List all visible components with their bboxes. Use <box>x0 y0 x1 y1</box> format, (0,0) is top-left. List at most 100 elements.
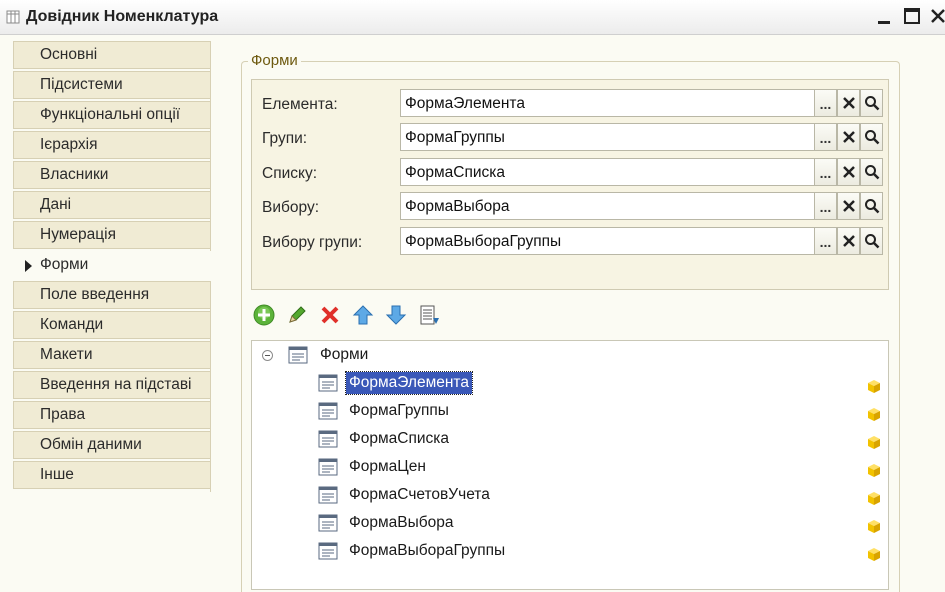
form-field-input[interactable]: ФормаВыбора <box>400 192 814 220</box>
form-icon <box>318 486 338 504</box>
sidebar-item-label: Основні <box>40 46 98 63</box>
clear-button[interactable] <box>837 192 860 220</box>
open-button[interactable] <box>860 227 883 255</box>
tree-item[interactable]: ФормаЭлемента <box>252 371 888 396</box>
form-field-input[interactable]: ФормаВыбораГруппы <box>400 227 814 255</box>
cube-icon <box>868 408 880 421</box>
form-field-label: Вибору: <box>262 199 319 216</box>
minimize-icon[interactable] <box>875 7 893 25</box>
clear-x-icon <box>842 200 855 212</box>
add-button[interactable] <box>253 304 275 326</box>
form-field-label: Вибору групи: <box>262 234 363 251</box>
clear-x-icon <box>842 131 855 143</box>
active-arrow-icon <box>25 260 32 272</box>
sidebar-item-12[interactable]: Права <box>13 401 211 429</box>
sidebar-item-label: Поле введення <box>40 286 150 303</box>
move-up-icon <box>352 305 374 325</box>
magnifier-icon <box>864 96 879 111</box>
forms-group-title: Форми <box>248 52 301 69</box>
select-button[interactable]: ... <box>814 158 837 186</box>
sidebar-item-label: Обмін даними <box>40 436 142 453</box>
tree-item[interactable]: ФормаВыбораГруппы <box>252 540 888 564</box>
edit-button[interactable] <box>286 304 308 326</box>
form-field-input[interactable]: ФормаСписка <box>400 158 814 186</box>
form-icon <box>318 402 338 420</box>
form-field-label: Списку: <box>262 165 318 182</box>
form-properties-panel: Елемента: ФормаЭлемента... Групи: ФормаГруп… <box>251 79 889 290</box>
move-down-button[interactable] <box>385 304 407 326</box>
sidebar-item-3[interactable]: Ієрархія <box>13 131 211 159</box>
magnifier-icon <box>864 165 879 180</box>
tree-item-label: ФормаЦен <box>349 458 426 475</box>
clear-button[interactable] <box>837 123 860 151</box>
form-field-input[interactable]: ФормаЭлемента <box>400 89 814 117</box>
sidebar-item-label: Функціональні опції <box>40 106 181 123</box>
form-field-label: Елемента: <box>262 96 338 113</box>
sidebar-item-6[interactable]: Нумерація <box>13 221 211 249</box>
clear-button[interactable] <box>837 89 860 117</box>
tree-item[interactable]: ФормаЦен <box>252 456 888 480</box>
tree-item[interactable]: ФормаСчетовУчета <box>252 484 888 508</box>
magnifier-icon <box>864 234 879 249</box>
sidebar-item-4[interactable]: Власники <box>13 161 211 189</box>
form-icon <box>318 430 338 448</box>
forms-tree[interactable]: Форми ФормаЭлемента ФормаГруппы ФормаСписк… <box>251 340 889 590</box>
cube-icon <box>868 520 880 533</box>
open-button[interactable] <box>860 158 883 186</box>
sort-list-icon <box>420 305 439 325</box>
move-up-button[interactable] <box>352 304 374 326</box>
tree-root[interactable]: Форми <box>252 344 888 368</box>
window-titlebar: Довідник Номенклатура <box>0 0 945 35</box>
tree-root-label: Форми <box>320 346 369 363</box>
sidebar-item-11[interactable]: Введення на підставі <box>13 371 211 399</box>
sidebar-item-9[interactable]: Команди <box>13 311 211 339</box>
sidebar-divider <box>210 281 211 492</box>
select-button[interactable]: ... <box>814 227 837 255</box>
open-button[interactable] <box>860 89 883 117</box>
sidebar-item-label: Підсистеми <box>40 76 123 93</box>
maximize-icon[interactable] <box>903 7 921 25</box>
sort-button[interactable] <box>418 304 440 326</box>
clear-x-icon <box>842 97 855 109</box>
cube-icon <box>868 436 880 449</box>
tree-item[interactable]: ФормаГруппы <box>252 400 888 424</box>
form-field-row: Вибору: ФормаВыбора... <box>252 192 890 222</box>
sidebar-item-14[interactable]: Інше <box>13 461 211 489</box>
tree-item-label: ФормаСчетовУчета <box>349 486 490 503</box>
sidebar-item-8[interactable]: Поле введення <box>13 281 211 309</box>
open-button[interactable] <box>860 123 883 151</box>
sidebar-item-label: Ієрархія <box>40 136 98 153</box>
form-field-input[interactable]: ФормаГруппы <box>400 123 814 151</box>
close-icon[interactable] <box>929 7 945 25</box>
open-button[interactable] <box>860 192 883 220</box>
form-icon <box>318 514 338 532</box>
form-field-row: Списку: ФормаСписка... <box>252 158 890 188</box>
forms-toolbar <box>253 304 451 332</box>
sidebar-item-13[interactable]: Обмін даними <box>13 431 211 459</box>
sidebar-item-5[interactable]: Дані <box>13 191 211 219</box>
form-icon <box>318 374 338 392</box>
select-button[interactable]: ... <box>814 89 837 117</box>
tree-item[interactable]: ФормаСписка <box>252 428 888 452</box>
tree-item[interactable]: ФормаВыбора <box>252 512 888 536</box>
sidebar-item-10[interactable]: Макети <box>13 341 211 369</box>
sidebar-item-0[interactable]: Основні <box>13 41 211 69</box>
sidebar-divider <box>210 41 211 251</box>
cube-icon <box>868 492 880 505</box>
sidebar-item-2[interactable]: Функціональні опції <box>13 101 211 129</box>
sidebar-item-7[interactable]: Форми <box>13 251 211 279</box>
form-icon <box>318 458 338 476</box>
sidebar-item-1[interactable]: Підсистеми <box>13 71 211 99</box>
sidebar-item-label: Введення на підставі <box>40 376 192 393</box>
sidebar-item-label: Команди <box>40 316 104 333</box>
sidebar: Основні Підсистеми Функціональні опції Ієра… <box>13 41 211 491</box>
tree-item-label: ФормаВыбора <box>349 514 454 531</box>
tree-item-label: ФормаСписка <box>349 430 450 447</box>
select-button[interactable]: ... <box>814 192 837 220</box>
delete-button[interactable] <box>319 304 341 326</box>
sidebar-item-label: Форми <box>40 256 89 273</box>
clear-button[interactable] <box>837 227 860 255</box>
clear-button[interactable] <box>837 158 860 186</box>
select-button[interactable]: ... <box>814 123 837 151</box>
collapse-icon[interactable] <box>262 350 273 361</box>
